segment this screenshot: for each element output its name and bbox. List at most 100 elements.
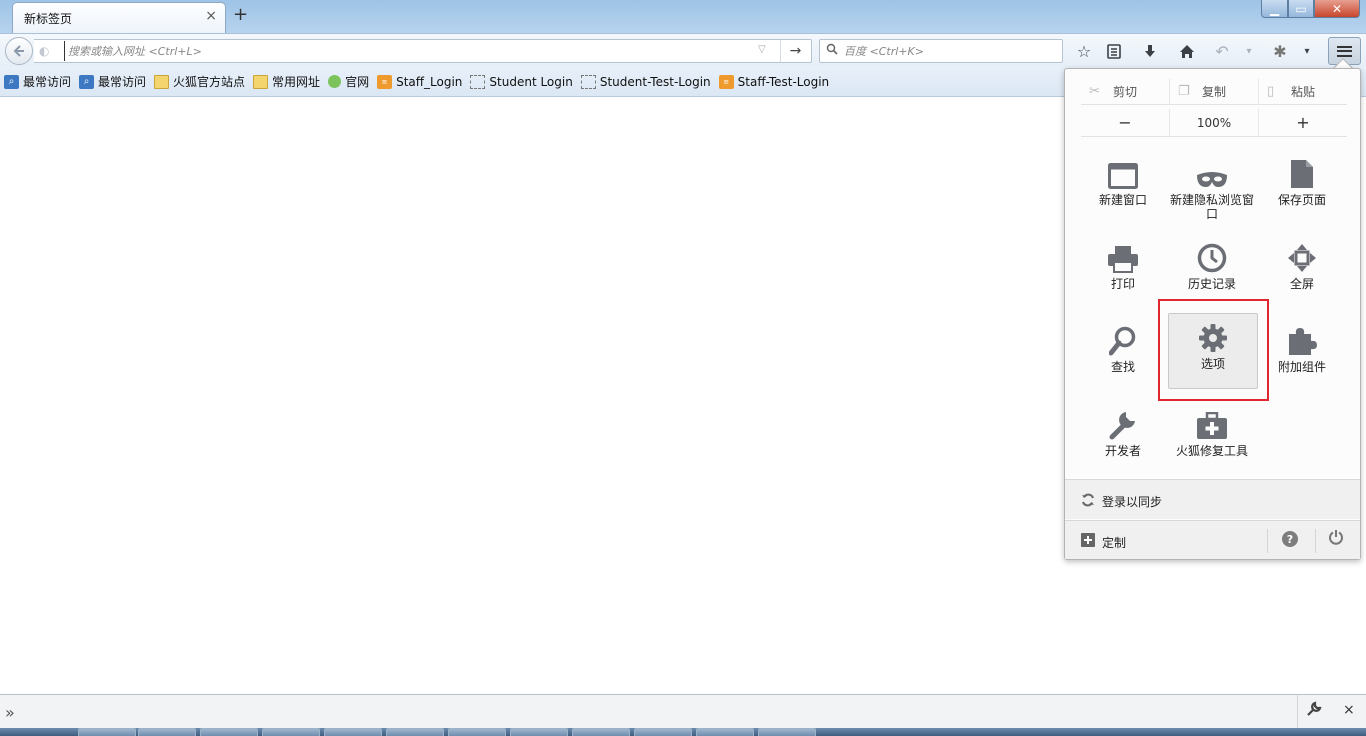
hamburger-icon [1337, 45, 1352, 57]
fullscreen-button[interactable]: 全屏 [1257, 233, 1347, 309]
folder-icon [154, 74, 170, 89]
bookmarks-menu-icon[interactable] [1102, 39, 1126, 63]
taskbar-item[interactable] [262, 728, 320, 736]
clipboard-icon: ▯ [1267, 84, 1275, 99]
zoom-out-button[interactable]: − [1081, 109, 1169, 136]
bookmark-blue-icon: ⌕ [4, 74, 19, 89]
close-window-button[interactable]: ✕ [1314, 0, 1360, 18]
taskbar-item[interactable] [510, 728, 568, 736]
sync-row[interactable]: 登录以同步 [1065, 479, 1360, 519]
print-button[interactable]: 打印 [1078, 233, 1168, 309]
new-private-window-button[interactable]: 新建隐私浏览窗口 [1167, 149, 1257, 225]
chevron-icon[interactable]: » [5, 703, 15, 722]
repair-tool-label: 火狐修复工具 [1175, 444, 1248, 458]
search-bar[interactable] [819, 39, 1063, 63]
customize-plus-icon[interactable] [1081, 533, 1095, 550]
zoom-reset-button[interactable]: 100% [1169, 109, 1259, 136]
tab-close-icon[interactable]: × [205, 8, 217, 24]
wrench-icon[interactable] [1306, 701, 1322, 721]
find-label: 查找 [1110, 360, 1135, 374]
new-tab-button[interactable]: + [233, 4, 248, 25]
help-icon[interactable]: ? [1282, 531, 1298, 547]
addon-dropdown-icon[interactable]: ▾ [1295, 39, 1319, 63]
bookmark-item[interactable]: ≡ Staff-Test-Login [718, 71, 829, 93]
tab-title: 新标签页 [24, 12, 73, 26]
site-identity-icon[interactable]: ◐ [39, 44, 49, 58]
zoom-in-button[interactable]: + [1259, 109, 1347, 136]
find-button[interactable]: 查找 [1078, 316, 1168, 392]
new-window-button[interactable]: 新建窗口 [1078, 149, 1168, 225]
taskbar-item[interactable] [572, 728, 630, 736]
url-bar[interactable]: ◐ ▽ → [34, 39, 812, 63]
bookmark-label: Student Login [489, 74, 573, 89]
bookmark-item[interactable]: Student-Test-Login [580, 71, 711, 93]
cut-button[interactable]: ✂ 剪切 [1081, 79, 1169, 104]
taskbar-item[interactable] [758, 728, 816, 736]
history-button[interactable]: 历史记录 [1167, 233, 1257, 309]
bookmark-label: 最常访问 [23, 75, 72, 89]
addons-button[interactable]: 附加组件 [1257, 316, 1347, 392]
close-icon[interactable]: × [1343, 702, 1355, 718]
new-private-window-label: 新建隐私浏览窗口 [1169, 193, 1254, 221]
bookmark-folder[interactable]: 常用网址 [253, 71, 320, 93]
taskbar-item[interactable] [634, 728, 692, 736]
print-label: 打印 [1110, 277, 1135, 291]
maximize-button[interactable]: ▭ [1288, 0, 1314, 18]
taskbar-item[interactable] [138, 728, 196, 736]
bookmark-item[interactable]: Student Login [470, 71, 573, 93]
tab-new-tab[interactable]: 新标签页 × [12, 2, 226, 33]
taskbar-item[interactable] [448, 728, 506, 736]
bookmark-label: Staff_Login [396, 74, 463, 89]
first-aid-kit-icon [1197, 412, 1227, 439]
back-button[interactable] [5, 37, 33, 65]
addon-toolbar-icon[interactable]: ✱ [1268, 39, 1292, 63]
minimize-button[interactable]: ▁ [1261, 0, 1288, 18]
paste-button[interactable]: ▯ 粘贴 [1258, 79, 1347, 104]
sync-icon [1081, 493, 1095, 510]
power-icon[interactable] [1328, 529, 1344, 549]
history-label: 历史记录 [1187, 277, 1236, 291]
developer-button[interactable]: 开发者 [1078, 400, 1168, 476]
addons-label: 附加组件 [1277, 360, 1326, 374]
bookmark-item[interactable]: ⌕ 最常访问 [4, 71, 71, 93]
home-icon[interactable] [1175, 39, 1199, 63]
history-dropdown-icon[interactable]: ▽ [758, 44, 766, 55]
bookmark-item[interactable]: ≡ Staff_Login [377, 71, 462, 93]
search-icon[interactable] [826, 43, 838, 58]
downloads-icon[interactable] [1138, 39, 1162, 63]
go-button[interactable]: → [780, 40, 810, 62]
copy-icon: ❐ [1178, 84, 1190, 99]
divider [1267, 529, 1268, 553]
taskbar-item[interactable] [696, 728, 754, 736]
bookmark-item[interactable]: ⌕ 最常访问 [79, 71, 146, 93]
taskbar-item[interactable] [386, 728, 444, 736]
mask-icon [1197, 172, 1227, 187]
undo-close-tab-icon[interactable]: ↶ [1210, 39, 1234, 63]
copy-button[interactable]: ❐ 复制 [1169, 79, 1258, 104]
search-input[interactable] [844, 41, 1059, 61]
bookmark-folder[interactable]: 火狐官方站点 [154, 71, 245, 93]
zoom-controls: − 100% + [1081, 109, 1347, 137]
scissors-icon: ✂ [1089, 84, 1100, 99]
undo-dropdown-icon[interactable]: ▾ [1237, 39, 1261, 63]
bookmark-label: 常用网址 [272, 75, 321, 89]
save-page-button[interactable]: 保存页面 [1257, 149, 1347, 225]
bookmark-item[interactable]: 官网 [328, 71, 369, 93]
taskbar-item[interactable] [324, 728, 382, 736]
taskbar-item[interactable] [78, 728, 136, 736]
taskbar-item[interactable] [200, 728, 258, 736]
bookmark-label: 官网 [345, 75, 370, 89]
green-globe-icon [328, 75, 342, 88]
repair-tool-button[interactable]: 火狐修复工具 [1167, 400, 1257, 476]
url-input[interactable] [64, 41, 754, 61]
copy-label: 复制 [1201, 85, 1226, 99]
highlight-annotation [1158, 299, 1269, 401]
addon-bar: » × [0, 694, 1366, 729]
title-bar: 新标签页 × + ▁ ▭ ✕ [0, 0, 1366, 33]
bookmark-star-icon[interactable]: ☆ [1072, 39, 1096, 63]
orange-site-icon: ≡ [718, 74, 734, 89]
divider [1315, 529, 1316, 553]
sync-label: 登录以同步 [1102, 495, 1163, 509]
fullscreen-label: 全屏 [1289, 277, 1314, 291]
customize-button[interactable]: 定制 [1102, 534, 1126, 551]
